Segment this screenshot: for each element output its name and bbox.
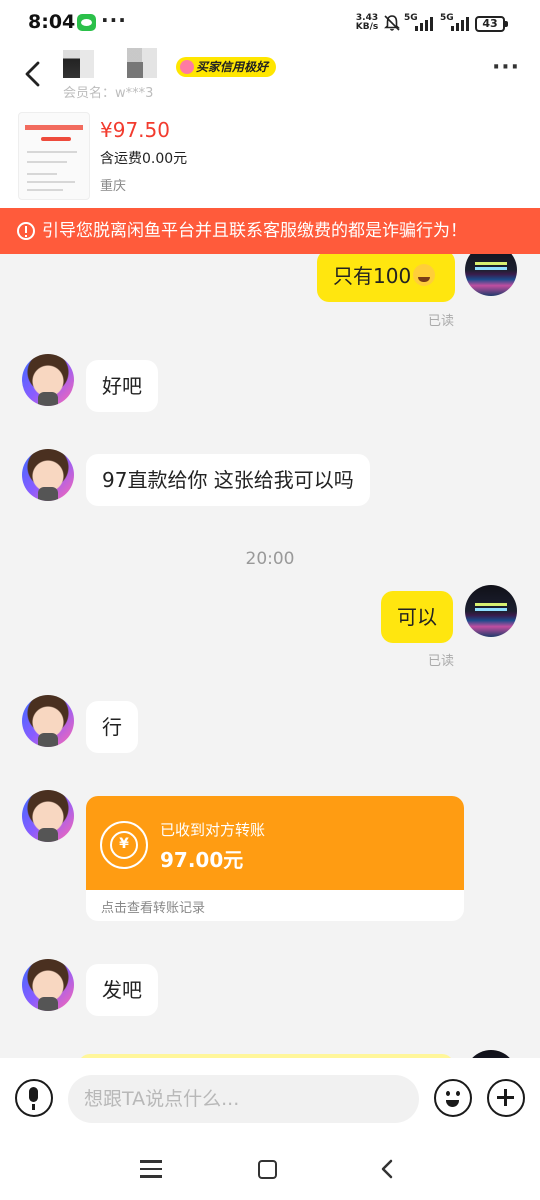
read-receipt: 已读 xyxy=(428,654,455,669)
microphone-icon[interactable] xyxy=(15,1079,53,1117)
member-name: 会员名：w***3 xyxy=(63,86,154,101)
status-time: 8:04 xyxy=(28,11,76,33)
chat-messages[interactable]: 只有100 已读 好吧 97直款给你 这张给我可以吗 20:00 可以 已读 行… xyxy=(0,254,540,1058)
more-notifications-icon: ··· xyxy=(101,8,127,32)
contact-avatar[interactable] xyxy=(22,959,74,1011)
message-input[interactable] xyxy=(68,1075,419,1123)
wechat-notification-icon xyxy=(77,14,96,31)
transfer-amount: 97.00元 xyxy=(160,848,244,872)
message-bubble-outgoing[interactable]: 可以 xyxy=(381,591,453,643)
redacted-block xyxy=(127,62,143,78)
message-bubble-incoming[interactable]: 97直款给你 这张给我可以吗 xyxy=(86,454,370,506)
back-arrow-icon[interactable] xyxy=(18,58,48,90)
message-bubble-outgoing[interactable]: 只有100 xyxy=(317,254,455,302)
my-avatar[interactable] xyxy=(465,254,517,296)
plus-icon[interactable] xyxy=(487,1079,525,1117)
more-options-icon[interactable]: ··· xyxy=(488,57,524,82)
recent-apps-icon[interactable] xyxy=(140,1160,162,1178)
credit-badge-label: 买家信用极好 xyxy=(196,60,269,74)
system-navigation-bar xyxy=(0,1140,540,1200)
transfer-card-header: ¥ 已收到对方转账 97.00元 xyxy=(86,796,464,890)
thumbnail-detail xyxy=(27,161,67,163)
my-avatar[interactable] xyxy=(465,1050,517,1058)
battery-icon: 43 xyxy=(475,16,508,32)
network-speed: 3.43 KB/s xyxy=(354,14,380,32)
contact-avatar[interactable] xyxy=(22,790,74,842)
thumbnail-detail xyxy=(27,151,77,153)
network-speed-unit: KB/s xyxy=(355,22,379,32)
heart-eyes-icon xyxy=(180,60,194,74)
thumbnail-detail xyxy=(27,189,63,191)
message-bubble-incoming[interactable]: 好吧 xyxy=(86,360,158,412)
chat-header: 买家信用极好 会员名：w***3 ··· xyxy=(0,48,540,102)
crying-face-icon xyxy=(413,264,436,286)
status-bar: 8:04 ··· 3.43 KB/s 5G 5G 43 xyxy=(0,0,540,48)
sim2-signal-icon xyxy=(451,15,469,31)
warning-icon xyxy=(17,222,35,240)
thumbnail-detail xyxy=(41,137,71,141)
system-back-icon[interactable] xyxy=(377,1158,399,1180)
redacted-block xyxy=(80,50,94,78)
credit-badge: 买家信用极好 xyxy=(176,57,277,77)
product-shipping: 含运费0.00元 xyxy=(100,151,188,167)
yuan-symbol: ¥ xyxy=(119,836,129,852)
emoji-icon[interactable] xyxy=(434,1079,472,1117)
home-icon[interactable] xyxy=(258,1160,277,1179)
warning-text: 引导您脱离闲鱼平台并且联系客服缴费的都是诈骗行为！ xyxy=(42,221,467,241)
my-avatar[interactable] xyxy=(465,585,517,637)
product-card[interactable]: ¥97.50 含运费0.00元 重庆 xyxy=(0,102,540,208)
product-thumbnail xyxy=(18,112,90,200)
thumbnail-detail xyxy=(27,181,75,183)
contact-avatar[interactable] xyxy=(22,695,74,747)
thumbnail-detail xyxy=(25,125,83,130)
transfer-title: 已收到对方转账 xyxy=(160,821,266,839)
time-divider: 20:00 xyxy=(245,549,295,569)
contact-avatar[interactable] xyxy=(22,354,74,406)
transfer-record-link[interactable]: 点击查看转账记录 xyxy=(101,897,205,916)
redacted-block xyxy=(63,50,81,78)
message-bubble-incoming[interactable]: 行 xyxy=(86,701,138,753)
message-bubble-incoming[interactable]: 发吧 xyxy=(86,964,158,1016)
sim1-signal-icon xyxy=(415,15,433,31)
product-price: ¥97.50 xyxy=(100,118,170,142)
mute-bell-icon xyxy=(384,15,400,31)
thumbnail-detail xyxy=(27,173,57,175)
yuan-coin-icon: ¥ xyxy=(100,821,148,869)
read-receipt: 已读 xyxy=(428,314,455,329)
product-location: 重庆 xyxy=(100,179,127,194)
message-text: 只有100 xyxy=(333,264,412,288)
input-bar xyxy=(0,1058,540,1140)
contact-avatar[interactable] xyxy=(22,449,74,501)
fraud-warning-banner: 引导您脱离闲鱼平台并且联系客服缴费的都是诈骗行为！ xyxy=(0,208,540,254)
transfer-card[interactable]: ¥ 已收到对方转账 97.00元 点击查看转账记录 xyxy=(86,796,464,921)
